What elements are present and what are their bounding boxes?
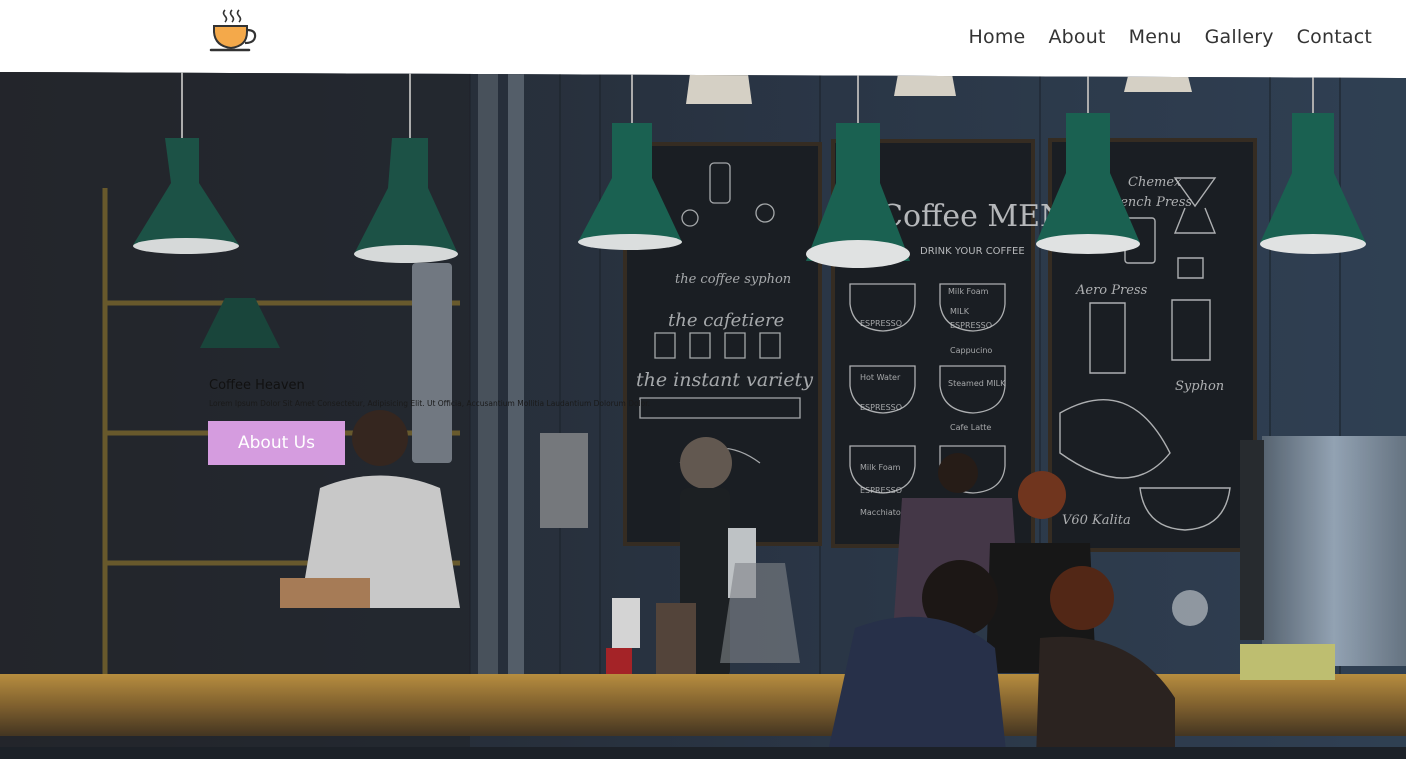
hero-background-image: the coffee syphon the cafetiere the inst…: [0, 72, 1406, 759]
nav-menu-link[interactable]: Menu: [1129, 24, 1182, 50]
steaming-coffee-cup-icon: [209, 9, 257, 52]
hero-subtitle: Lorem Ipsum Dolor Sit Amet Consectetur, …: [209, 399, 651, 408]
logo-link[interactable]: [208, 6, 260, 54]
nav-home-link[interactable]: Home: [969, 24, 1026, 50]
site-header: Home About Menu Gallery Contact: [0, 0, 1406, 72]
hero-bottom-strip: [0, 747, 1406, 759]
hero-title: Coffee Heaven: [209, 378, 305, 393]
about-us-button[interactable]: About Us: [208, 421, 345, 465]
nav-contact-link[interactable]: Contact: [1297, 24, 1372, 50]
nav-about-link[interactable]: About: [1048, 24, 1105, 50]
hero-section: the coffee syphon the cafetiere the inst…: [0, 72, 1406, 759]
main-nav: Home About Menu Gallery Contact: [969, 24, 1372, 50]
nav-gallery-link[interactable]: Gallery: [1205, 24, 1274, 50]
